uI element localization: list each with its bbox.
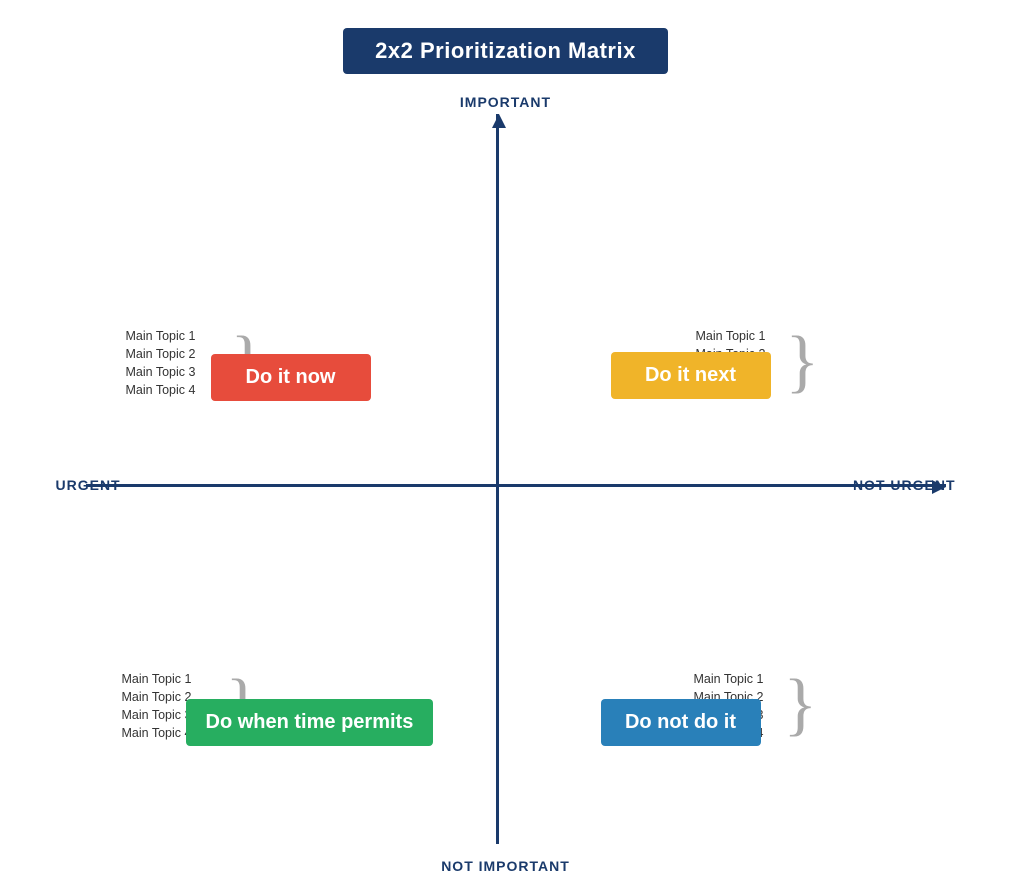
topic-item: Main Topic 1 xyxy=(126,329,196,343)
bracket-top-right: } xyxy=(786,327,820,397)
do-it-now-button[interactable]: Do it now xyxy=(211,354,371,401)
topic-item: Main Topic 1 xyxy=(122,672,192,686)
vertical-axis xyxy=(496,114,499,844)
matrix-container: IMPORTANT NOT IMPORTANT URGENT NOT URGEN… xyxy=(56,94,956,874)
topic-item: Main Topic 2 xyxy=(126,347,196,361)
arrow-up-icon xyxy=(492,114,506,128)
do-it-next-button[interactable]: Do it next xyxy=(611,352,771,399)
do-not-do-it-button[interactable]: Do not do it xyxy=(601,699,761,746)
topic-item: Main Topic 3 xyxy=(122,708,192,722)
topic-item: Main Topic 4 xyxy=(126,383,196,397)
bracket-bottom-right: } xyxy=(784,670,818,740)
label-not-important: NOT IMPORTANT xyxy=(441,858,570,874)
topic-item: Main Topic 4 xyxy=(122,726,192,740)
topic-list-bottom-left: Main Topic 1 Main Topic 2 Main Topic 3 M… xyxy=(122,672,192,740)
topic-item: Main Topic 1 xyxy=(694,672,764,686)
label-important: IMPORTANT xyxy=(460,94,551,110)
topic-item: Main Topic 1 xyxy=(696,329,766,343)
page-title: 2x2 Prioritization Matrix xyxy=(343,28,668,74)
label-urgent: URGENT xyxy=(56,477,121,493)
label-not-urgent: NOT URGENT xyxy=(853,477,956,493)
topic-item: Main Topic 2 xyxy=(122,690,192,704)
do-when-time-permits-button[interactable]: Do when time permits xyxy=(186,699,434,746)
topic-item: Main Topic 3 xyxy=(126,365,196,379)
topic-list-top-left: Main Topic 1 Main Topic 2 Main Topic 3 M… xyxy=(126,329,196,397)
horizontal-axis xyxy=(86,484,946,487)
